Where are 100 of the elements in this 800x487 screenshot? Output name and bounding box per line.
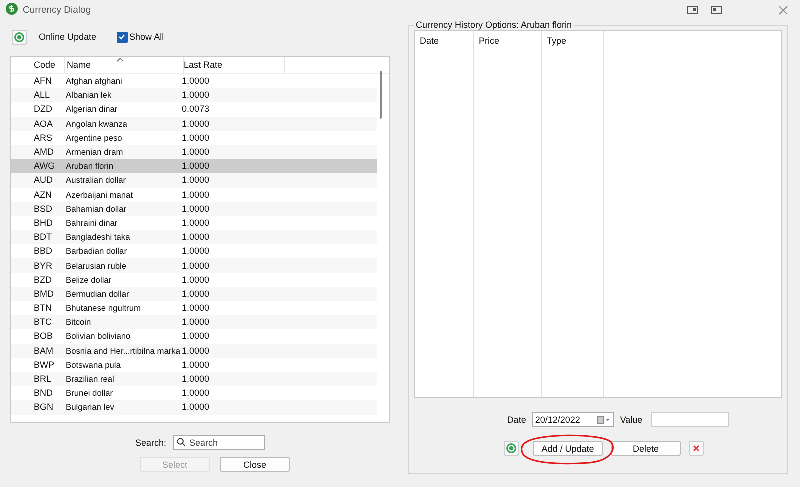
currency-row[interactable]: AFN Afghan afghani 1.0000 [11, 74, 377, 88]
table-cell-text: 1.0000 [182, 246, 211, 256]
currency-row[interactable]: BTN Bhutanese ngultrum 1.0000 [11, 301, 377, 316]
currency-row[interactable]: AWG Aruban florin 1.0000 [11, 159, 377, 174]
table-cell-text: BRL [33, 374, 53, 384]
close-icon[interactable] [779, 6, 788, 14]
table-cell-text: Bitcoin [65, 317, 92, 328]
currency-row[interactable]: BGN Bulgarian lev 1.0000 [11, 400, 377, 414]
currency-row[interactable]: BZD Belize dollar 1.0000 [11, 272, 377, 287]
table-cell-text: 1.0000 [182, 118, 211, 129]
table-cell-text: ARS [33, 132, 54, 143]
currency-row[interactable]: AZN Azerbaijani manat 1.0000 [11, 188, 377, 202]
window-icon[interactable] [711, 6, 722, 14]
dialog-button[interactable]: Close [220, 457, 290, 472]
table-cell-text: AMD [33, 147, 55, 158]
table-cell-text: AFN [33, 76, 53, 86]
table-cell-text: 1.0000 [182, 346, 211, 356]
window-title: Currency Dialog [23, 4, 92, 16]
table-cell-text: 1.0000 [182, 402, 211, 412]
column-header[interactable]: Type [542, 31, 604, 397]
currency-row[interactable]: BDT Bangladeshi taka 1.0000 [11, 230, 377, 244]
currency-row[interactable]: ALL Albanian lek 1.0000 [11, 88, 377, 102]
table-cell-text: AUD [33, 175, 54, 186]
table-cell-text: 1.0000 [182, 204, 211, 214]
table-cell-text: Aruban florin [65, 161, 114, 172]
value-field[interactable] [650, 412, 729, 427]
currency-row[interactable]: AMD Armenian dram 1.0000 [11, 144, 377, 160]
table-cell-text: Bulgarian lev [65, 402, 116, 412]
refresh-button[interactable] [504, 441, 519, 456]
table-cell-text: 1.0000 [182, 218, 211, 228]
group-title: Currency History Options: Aruban florin [415, 20, 574, 30]
table-cell-text: Bahamian dollar [65, 204, 128, 214]
table-cell-text: 1.0000 [182, 132, 211, 143]
currency-row[interactable]: BRL Brazilian real 1.0000 [11, 372, 377, 386]
calendar-dropdown-icon[interactable] [597, 416, 612, 424]
column-header[interactable]: Name [65, 57, 184, 73]
table-cell-text: 0.0073 [182, 104, 211, 114]
currency-row[interactable]: BND Brunei dollar 1.0000 [11, 386, 377, 400]
table-cell-text: 1.0000 [182, 317, 211, 328]
table-cell-text: BDT [33, 232, 53, 242]
dollar-coin-icon [6, 3, 18, 17]
add-update-button[interactable]: Add / Update [533, 441, 603, 456]
table-cell-text: Algerian dinar [65, 104, 119, 114]
table-cell-text: Bolivian boliviano [65, 331, 132, 342]
table-cell-text: BSD [33, 204, 54, 214]
date-label: Date [507, 414, 526, 424]
table-cell-text: 1.0000 [182, 147, 211, 158]
currency-row[interactable]: BMD Bermudian dollar 1.0000 [11, 286, 377, 301]
table-cell-text: 1.0000 [182, 232, 211, 242]
currency-row[interactable]: BSD Bahamian dollar 1.0000 [11, 202, 377, 216]
table-cell-text: 1.0000 [182, 388, 211, 398]
table-cell-text: BBD [33, 246, 54, 256]
table-cell-text: ALL [33, 90, 52, 100]
refresh-button[interactable] [12, 30, 27, 44]
currency-row[interactable]: DZD Algerian dinar 0.0073 [11, 102, 377, 117]
table-cell-text: AZN [33, 190, 53, 200]
table-cell-text: 1.0000 [182, 76, 211, 86]
close-icon[interactable] [689, 441, 704, 456]
currency-row[interactable]: BYR Belarusian ruble 1.0000 [11, 258, 377, 273]
show-all-label: Show All [130, 32, 164, 42]
table-cell-text: 1.0000 [182, 288, 211, 299]
column-header[interactable]: Date [415, 31, 474, 397]
currency-row[interactable]: BOB Bolivian boliviano 1.0000 [11, 329, 377, 344]
currency-row[interactable]: BBD Barbadian dollar 1.0000 [11, 244, 377, 258]
column-header[interactable]: Last Rate [184, 57, 285, 73]
column-header[interactable]: Price [474, 31, 542, 397]
currency-row[interactable]: AUD Australian dollar 1.0000 [11, 173, 377, 188]
table-cell-text: 1.0000 [182, 90, 211, 100]
currency-row[interactable]: BAM Bosnia and Her...rtibilna marka 1.0000 [11, 344, 377, 358]
delete-button[interactable]: Delete [611, 441, 681, 456]
table-cell-text: BZD [33, 274, 53, 285]
table-cell-text: Azerbaijani manat [65, 190, 134, 200]
sort-caret-icon [117, 58, 124, 62]
table-cell-text: DZD [33, 104, 54, 114]
currency-row[interactable]: BHD Bahraini dinar 1.0000 [11, 216, 377, 230]
table-cell-text: BND [33, 388, 54, 398]
table-cell-text: BMD [33, 288, 55, 299]
table-cell-text: 1.0000 [182, 303, 211, 314]
scrollbar[interactable] [380, 71, 382, 119]
table-cell-text: BTC [33, 317, 53, 328]
table-cell-text: Bosnia and Her...rtibilna marka [65, 346, 182, 356]
table-cell-text: Albanian lek [65, 90, 113, 100]
table-cell-text: AWG [33, 161, 56, 172]
table-cell-text: Australian dollar [65, 175, 128, 186]
search-field[interactable]: Search [172, 435, 265, 450]
currency-row[interactable]: BWP Botswana pula 1.0000 [11, 358, 377, 372]
table-cell-text: Argentine peso [65, 132, 124, 143]
table-cell-text: BTN [33, 303, 53, 314]
currency-row[interactable]: BTC Bitcoin 1.0000 [11, 315, 377, 330]
date-field[interactable]: 20/12/2022 [532, 412, 614, 427]
table-cell-text: Belarusian ruble [65, 260, 128, 271]
column-header[interactable]: Code [11, 57, 65, 73]
table-cell-text: 1.0000 [182, 190, 211, 200]
table-cell-text: Afghan afghani [65, 76, 124, 86]
show-all-checkbox[interactable] [116, 32, 128, 42]
currency-row[interactable]: ARS Argentine peso 1.0000 [11, 130, 377, 145]
window-icon[interactable] [687, 6, 698, 14]
table-cell-text: 1.0000 [182, 374, 211, 384]
table-cell-text: Brazilian real [65, 374, 116, 384]
currency-row[interactable]: AOA Angolan kwanza 1.0000 [11, 116, 377, 131]
